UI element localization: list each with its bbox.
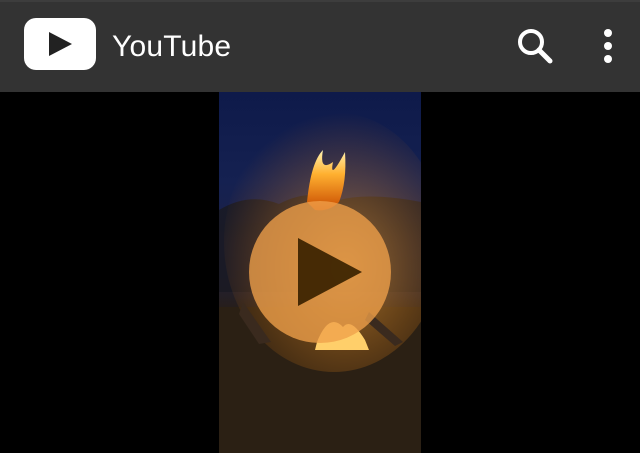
video-player[interactable]	[0, 92, 640, 453]
play-button[interactable]	[248, 200, 392, 344]
logo-play-triangle	[49, 32, 72, 56]
youtube-app: YouTube	[0, 0, 640, 453]
search-icon	[518, 29, 553, 64]
more-vert-icon	[604, 29, 612, 63]
more-options-button[interactable]	[586, 24, 630, 68]
app-title: YouTube	[112, 30, 232, 63]
app-bar: YouTube	[0, 0, 640, 92]
search-button[interactable]	[513, 24, 557, 68]
youtube-logo-icon[interactable]	[24, 18, 96, 70]
